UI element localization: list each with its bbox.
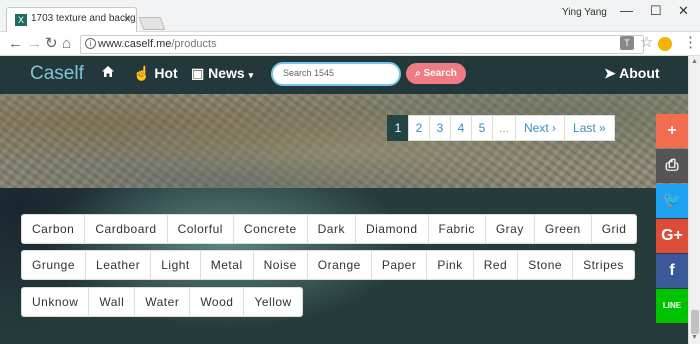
share-print-icon[interactable]: ⎙ <box>656 149 688 183</box>
tag-paper[interactable]: Paper <box>370 250 428 280</box>
paper-plane-icon: ➤ <box>604 65 616 81</box>
tags-section: Carbon Cardboard Colorful Concrete Dark Diamo… <box>0 188 688 344</box>
tab-close-icon[interactable]: × <box>124 12 131 26</box>
tag-pink[interactable]: Pink <box>426 250 474 280</box>
page-5[interactable]: 5 <box>471 115 493 141</box>
tag-stone[interactable]: Stone <box>517 250 574 280</box>
translate-icon[interactable]: T <box>620 36 634 50</box>
page-ellipsis: ... <box>492 115 517 141</box>
tag-dark[interactable]: Dark <box>306 214 356 244</box>
next-page-button[interactable]: Next › <box>515 115 566 141</box>
tag-green[interactable]: Green <box>533 214 592 244</box>
tag-colorful[interactable]: Colorful <box>166 214 234 244</box>
share-add-icon[interactable]: + <box>656 114 688 148</box>
search-placeholder: Search 1545 <box>283 68 335 78</box>
url-domain: www.caself.me <box>98 38 172 50</box>
tag-orange[interactable]: Orange <box>306 250 372 280</box>
image-icon: ▣ <box>191 65 205 81</box>
tag-concrete[interactable]: Concrete <box>232 214 308 244</box>
tab-title: 1703 texture and backg <box>31 13 136 24</box>
texture-banner: 1 2 3 4 5 ... Next › Last » <box>0 94 688 188</box>
search-button-label: Search <box>423 68 457 79</box>
tag-noise[interactable]: Noise <box>252 250 308 280</box>
minimize-icon[interactable]: — <box>620 3 633 18</box>
reload-icon[interactable]: ↻ <box>45 36 58 52</box>
nav-news-label: News <box>208 65 245 81</box>
bookmark-star-icon[interactable]: ☆ <box>640 35 653 51</box>
page-2[interactable]: 2 <box>408 115 430 141</box>
tag-metal[interactable]: Metal <box>199 250 254 280</box>
tag-yellow[interactable]: Yellow <box>243 287 303 317</box>
tag-row-1: Carbon Cardboard Colorful Concrete Dark Diamo… <box>21 214 638 244</box>
scroll-up-icon[interactable]: ▲ <box>691 58 698 65</box>
forward-icon[interactable]: → <box>27 36 42 52</box>
tag-light[interactable]: Light <box>150 250 201 280</box>
extension-icon[interactable] <box>658 37 672 51</box>
info-icon[interactable]: i <box>85 38 96 49</box>
maximize-icon[interactable]: ☐ <box>650 3 662 19</box>
tag-wood[interactable]: Wood <box>189 287 245 317</box>
tag-stripes[interactable]: Stripes <box>572 250 635 280</box>
url-path: /products <box>171 38 217 50</box>
url-field[interactable]: i www.caself.me/products <box>80 35 644 54</box>
search-icon: ⌕ <box>415 68 421 79</box>
menu-icon[interactable]: ⋮ <box>683 35 698 51</box>
scrollbar[interactable]: ▲ ▼ <box>688 56 700 344</box>
page-3[interactable]: 3 <box>429 115 451 141</box>
page-1[interactable]: 1 <box>387 115 409 141</box>
share-facebook-icon[interactable]: f <box>656 254 688 288</box>
home-icon[interactable]: ⌂ <box>62 36 71 52</box>
tag-wall[interactable]: Wall <box>88 287 136 317</box>
address-bar-row: ← → ↻ ⌂ i www.caself.me/products T ☆ ⋮ <box>0 32 700 56</box>
site-navbar: Caself ☝ Hot ▣ News ▾ Search 1545 ⌕ Sear… <box>0 56 688 94</box>
page-4[interactable]: 4 <box>450 115 472 141</box>
tag-leather[interactable]: Leather <box>85 250 152 280</box>
tag-grid[interactable]: Grid <box>590 214 638 244</box>
nav-about[interactable]: ➤ About <box>604 65 660 82</box>
pagination: 1 2 3 4 5 ... Next › Last » <box>387 115 615 141</box>
scroll-down-icon[interactable]: ▼ <box>691 334 698 341</box>
back-icon[interactable]: ← <box>8 36 23 52</box>
hand-pointer-icon: ☝ <box>133 65 151 81</box>
browser-tab[interactable]: X 1703 texture and backg × <box>6 7 137 32</box>
tag-cardboard[interactable]: Cardboard <box>84 214 168 244</box>
tag-row-3: Unknow Wall Water Wood Yellow <box>21 287 303 317</box>
tag-unknow[interactable]: Unknow <box>21 287 90 317</box>
browser-titlebar: X 1703 texture and backg × Ying Yang — ☐… <box>0 0 700 32</box>
search-input[interactable]: Search 1545 <box>271 62 401 86</box>
tag-diamond[interactable]: Diamond <box>354 214 429 244</box>
new-tab-button[interactable] <box>138 17 166 30</box>
tag-carbon[interactable]: Carbon <box>21 214 86 244</box>
tag-grunge[interactable]: Grunge <box>21 250 87 280</box>
last-page-button[interactable]: Last » <box>564 115 615 141</box>
share-line-icon[interactable]: LINE <box>656 289 688 323</box>
nav-news[interactable]: ▣ News ▾ <box>191 65 253 82</box>
brand-logo[interactable]: Caself <box>30 63 84 85</box>
tag-red[interactable]: Red <box>472 250 519 280</box>
close-window-icon[interactable]: ✕ <box>678 3 689 19</box>
home-nav-icon[interactable] <box>101 65 115 81</box>
site-favicon-icon: X <box>15 14 27 26</box>
nav-hot[interactable]: ☝ Hot <box>133 65 178 82</box>
profile-name[interactable]: Ying Yang <box>562 7 607 18</box>
share-google-plus-icon[interactable]: G+ <box>656 219 688 253</box>
search-button[interactable]: ⌕ Search <box>406 63 466 84</box>
nav-hot-label: Hot <box>154 65 178 81</box>
share-twitter-icon[interactable]: 🐦 <box>656 184 688 218</box>
tag-row-2: Grunge Leather Light Metal Noise Orange Paper P… <box>21 250 635 280</box>
tag-water[interactable]: Water <box>134 287 191 317</box>
nav-about-label: About <box>619 65 660 81</box>
tag-fabric[interactable]: Fabric <box>427 214 486 244</box>
tag-gray[interactable]: Gray <box>484 214 535 244</box>
caret-down-icon: ▾ <box>248 70 254 80</box>
scrollbar-thumb[interactable] <box>691 310 699 334</box>
